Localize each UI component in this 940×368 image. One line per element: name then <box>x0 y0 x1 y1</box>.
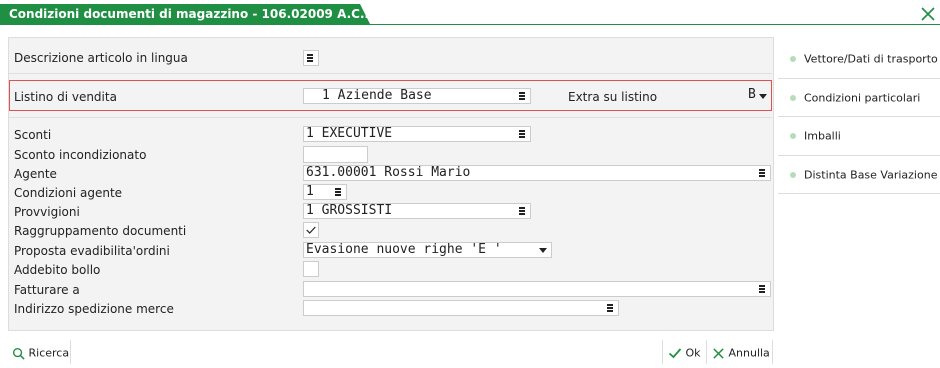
sidebar-item-imballi[interactable]: Imballi <box>790 129 841 143</box>
fatturare-a-label: Fatturare a <box>14 283 80 297</box>
sconti-field[interactable]: 1 EXECUTIVE <box>303 126 531 142</box>
close-icon <box>713 347 724 359</box>
sidebar-item-condizioni-particolari[interactable]: Condizioni particolari <box>790 91 920 105</box>
sconti-label: Sconti <box>14 128 52 142</box>
lookup-icon[interactable] <box>758 168 766 178</box>
sidebar-item-label: Vettore/Dati di trasporto <box>804 52 938 66</box>
provvigioni-value: 1 GROSSISTI <box>306 203 393 218</box>
lookup-icon[interactable] <box>334 187 342 197</box>
sidebar-item-label: Distinta Base Variazione <box>804 168 938 182</box>
extra-listino-value: B <box>748 87 756 102</box>
descrizione-lingua-label: Descrizione articolo in lingua <box>14 51 188 65</box>
sidebar-item-label: Imballi <box>804 129 841 143</box>
raggruppamento-checkbox[interactable] <box>303 222 319 238</box>
ok-button[interactable]: Ok <box>668 346 701 360</box>
cancel-button-label: Annulla <box>728 346 770 360</box>
search-button[interactable]: Ricerca <box>12 346 69 360</box>
listino-label: Listino di vendita <box>14 90 117 104</box>
lookup-icon[interactable] <box>306 53 314 63</box>
title-underline <box>0 24 940 25</box>
chevron-down-icon <box>759 94 767 99</box>
ok-button-label: Ok <box>685 346 701 360</box>
extra-listino-select[interactable]: B <box>748 87 768 104</box>
addebito-bollo-label: Addebito bollo <box>14 263 101 277</box>
sidebar-item-label: Condizioni particolari <box>804 91 921 105</box>
bullet-icon <box>790 56 796 62</box>
footer-divider <box>772 340 773 364</box>
sidebar-divider <box>778 193 940 194</box>
sconto-incondizionato-label: Sconto incondizionato <box>14 148 147 162</box>
check-icon <box>668 348 682 359</box>
divider <box>9 73 772 74</box>
fatturare-a-field[interactable] <box>303 281 771 297</box>
indirizzo-field[interactable] <box>303 300 619 316</box>
evadibilita-select[interactable]: Evasione nuove righe 'E ' <box>303 242 552 258</box>
close-icon[interactable] <box>920 6 936 22</box>
agente-label: Agente <box>14 167 57 181</box>
raggruppamento-label: Raggruppamento documenti <box>14 224 187 238</box>
cancel-button[interactable]: Annulla <box>712 346 770 360</box>
footer-divider <box>662 340 663 364</box>
sconto-incondizionato-field[interactable] <box>303 146 368 163</box>
search-icon <box>12 347 25 360</box>
agente-value: 631.00001 Rossi Mario <box>306 165 471 180</box>
lookup-icon[interactable] <box>518 129 526 139</box>
chevron-down-icon <box>539 248 547 253</box>
sidebar-item-distinta-base[interactable]: Distinta Base Variazione <box>790 168 937 182</box>
divider <box>9 117 772 118</box>
bullet-icon <box>790 172 796 178</box>
extra-listino-label: Extra su listino <box>568 90 658 104</box>
evadibilita-label: Proposta evadibilita'ordini <box>14 244 170 258</box>
addebito-bollo-checkbox[interactable] <box>303 261 319 277</box>
bullet-icon <box>790 95 796 101</box>
sidebar-item-vettore[interactable]: Vettore/Dati di trasporto <box>790 52 938 66</box>
condizioni-agente-field[interactable]: 1 <box>303 184 347 200</box>
provvigioni-label: Provvigioni <box>14 205 80 219</box>
sidebar-divider <box>778 155 940 156</box>
footer-divider <box>706 340 707 364</box>
sidebar-divider <box>778 116 940 117</box>
footer-divider <box>70 340 71 364</box>
evadibilita-value: Evasione nuove righe 'E ' <box>306 242 502 257</box>
sidebar-divider <box>778 78 940 79</box>
title-bar: Condizioni documenti di magazzino - 106.… <box>0 0 940 24</box>
condizioni-agente-label: Condizioni agente <box>14 186 123 200</box>
lookup-icon[interactable] <box>606 303 614 313</box>
lookup-icon[interactable] <box>518 206 526 216</box>
listino-field[interactable]: 1 Aziende Base <box>303 88 531 104</box>
window-title: Condizioni documenti di magazzino - 106.… <box>9 7 428 21</box>
check-icon <box>306 226 316 234</box>
descrizione-lingua-field[interactable] <box>303 50 319 66</box>
lookup-icon[interactable] <box>758 284 766 294</box>
sconti-value: 1 EXECUTIVE <box>306 126 393 141</box>
provvigioni-field[interactable]: 1 GROSSISTI <box>303 203 531 219</box>
search-button-label: Ricerca <box>28 346 70 360</box>
indirizzo-label: Indirizzo spedizione merce <box>14 302 174 316</box>
listino-value: 1 Aziende Base <box>322 88 432 103</box>
condizioni-agente-value: 1 <box>306 184 314 199</box>
lookup-icon[interactable] <box>518 91 526 101</box>
agente-field[interactable]: 631.00001 Rossi Mario <box>303 165 771 181</box>
bullet-icon <box>790 133 796 139</box>
